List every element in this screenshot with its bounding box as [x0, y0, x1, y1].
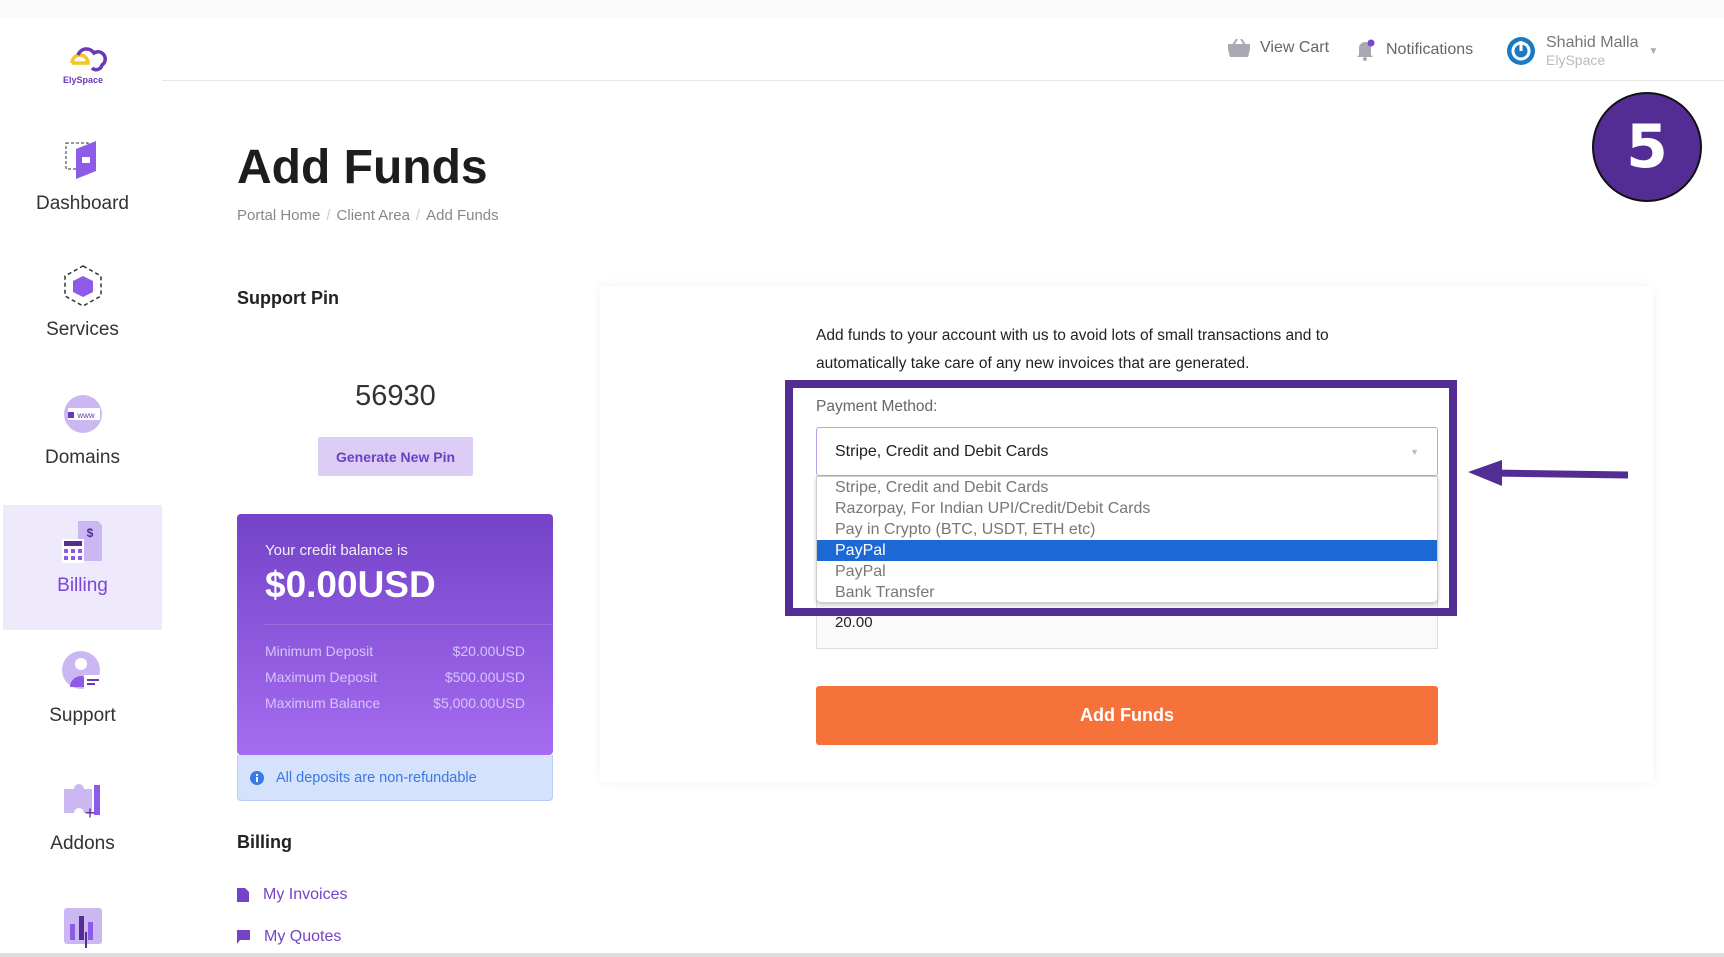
elyspace-logo-icon: ElySpace — [62, 47, 107, 85]
support-pin-value: 56930 — [355, 380, 436, 412]
limit-row: Maximum Balance $5,000.00USD — [265, 695, 525, 711]
limit-label: Maximum Deposit — [265, 669, 378, 685]
view-cart-label: View Cart — [1260, 39, 1330, 56]
breadcrumb: Portal Home / Client Area / Add Funds — [237, 207, 499, 224]
support-pin-heading: Support Pin — [237, 288, 339, 308]
sidebar-item-label: Support — [49, 705, 116, 726]
credit-balance: $0.00USD — [265, 564, 436, 605]
basket-icon — [1228, 39, 1250, 57]
sidebar-item-reports[interactable] — [3, 904, 162, 950]
limit-row: Maximum Deposit $500.00USD — [265, 669, 525, 685]
breadcrumb-portal-home[interactable]: Portal Home — [237, 207, 320, 224]
user-name: Shahid Malla — [1546, 34, 1639, 51]
limit-label: Maximum Balance — [265, 695, 381, 711]
file-icon — [237, 888, 249, 902]
cube-icon — [63, 265, 102, 307]
breadcrumb-separator: / — [326, 207, 331, 224]
step-badge: 5 — [1592, 92, 1702, 202]
limit-value: $5,000.00USD — [433, 695, 525, 711]
flag-icon — [237, 930, 250, 944]
sidebar-item-label: Dashboard — [36, 193, 129, 214]
sidebar-item-label: Services — [46, 319, 119, 340]
chart-icon — [63, 908, 102, 948]
breadcrumb-separator: / — [415, 207, 421, 224]
breadcrumb-client-area[interactable]: Client Area — [337, 207, 410, 224]
intro-text: Add funds to your account with us to avo… — [816, 327, 1329, 372]
svg-text:ElySpace: ElySpace — [62, 75, 102, 85]
view-cart-link[interactable]: View Cart — [1228, 39, 1329, 57]
page-title: Add Funds — [237, 141, 488, 194]
notifications-link[interactable]: Notifications — [1356, 39, 1473, 61]
link-label: My Invoices — [263, 886, 348, 903]
my-invoices-link[interactable]: My Invoices — [237, 886, 347, 904]
link-label: My Quotes — [264, 928, 342, 945]
limit-value: $500.00USD — [444, 669, 525, 685]
user-avatar-icon — [1507, 37, 1535, 65]
credit-balance-card: Your credit balance is $0.00USD Minimum … — [237, 514, 553, 755]
user-menu[interactable]: Shahid Malla ElySpace ▼ — [1506, 34, 1658, 68]
dashboard-icon — [65, 141, 96, 179]
sidebar-item-dashboard[interactable]: Dashboard — [3, 137, 162, 215]
sidebar-item-label: Billing — [57, 575, 108, 596]
breadcrumb-current: Add Funds — [426, 207, 499, 224]
billing-icon: $ — [61, 521, 102, 563]
credit-caption: Your credit balance is — [265, 542, 408, 559]
user-company: ElySpace — [1546, 52, 1606, 68]
highlight-box — [785, 380, 1457, 616]
puzzle-icon: + — [63, 784, 100, 823]
sidebar-item-label: Addons — [50, 833, 115, 854]
generate-pin-button[interactable]: Generate New Pin — [318, 437, 473, 476]
bell-icon — [1357, 39, 1375, 61]
limit-value: $20.00USD — [452, 643, 525, 659]
svg-text:+: + — [84, 803, 95, 823]
my-quotes-link[interactable]: My Quotes — [237, 928, 341, 946]
sidebar-item-support[interactable]: Support — [3, 649, 162, 727]
support-agent-icon — [61, 651, 102, 689]
globe-www-icon: www — [63, 395, 102, 433]
limit-label: Minimum Deposit — [265, 643, 374, 659]
sidebar-item-label: Domains — [45, 447, 120, 468]
top-strip — [0, 0, 1724, 17]
add-funds-button[interactable]: Add Funds — [816, 686, 1438, 745]
non-refundable-notice: All deposits are non-refundable — [237, 755, 553, 801]
notifications-label: Notifications — [1386, 41, 1474, 58]
notice-text: All deposits are non-refundable — [276, 769, 477, 786]
info-icon — [250, 770, 264, 785]
sidebar-item-services[interactable]: Services — [3, 263, 162, 341]
arrow-left-icon — [1468, 460, 1629, 486]
sidebar-item-billing[interactable]: $ Billing — [3, 505, 162, 630]
sidebar: ElySpace Dashboard Services www Domains … — [0, 17, 162, 953]
top-header: View Cart Notifications Shahid Malla Ely… — [162, 17, 1724, 81]
sidebar-item-domains[interactable]: www Domains — [3, 391, 162, 469]
chevron-down-icon: ▼ — [1648, 45, 1659, 57]
divider — [265, 624, 553, 625]
logo[interactable]: ElySpace — [3, 43, 162, 87]
billing-heading: Billing — [237, 832, 292, 852]
bottom-border — [0, 953, 1724, 957]
limit-row: Minimum Deposit $20.00USD — [265, 643, 525, 659]
sidebar-item-addons[interactable]: + Addons — [3, 777, 162, 855]
svg-text:$: $ — [86, 526, 93, 540]
svg-text:www: www — [76, 411, 95, 420]
